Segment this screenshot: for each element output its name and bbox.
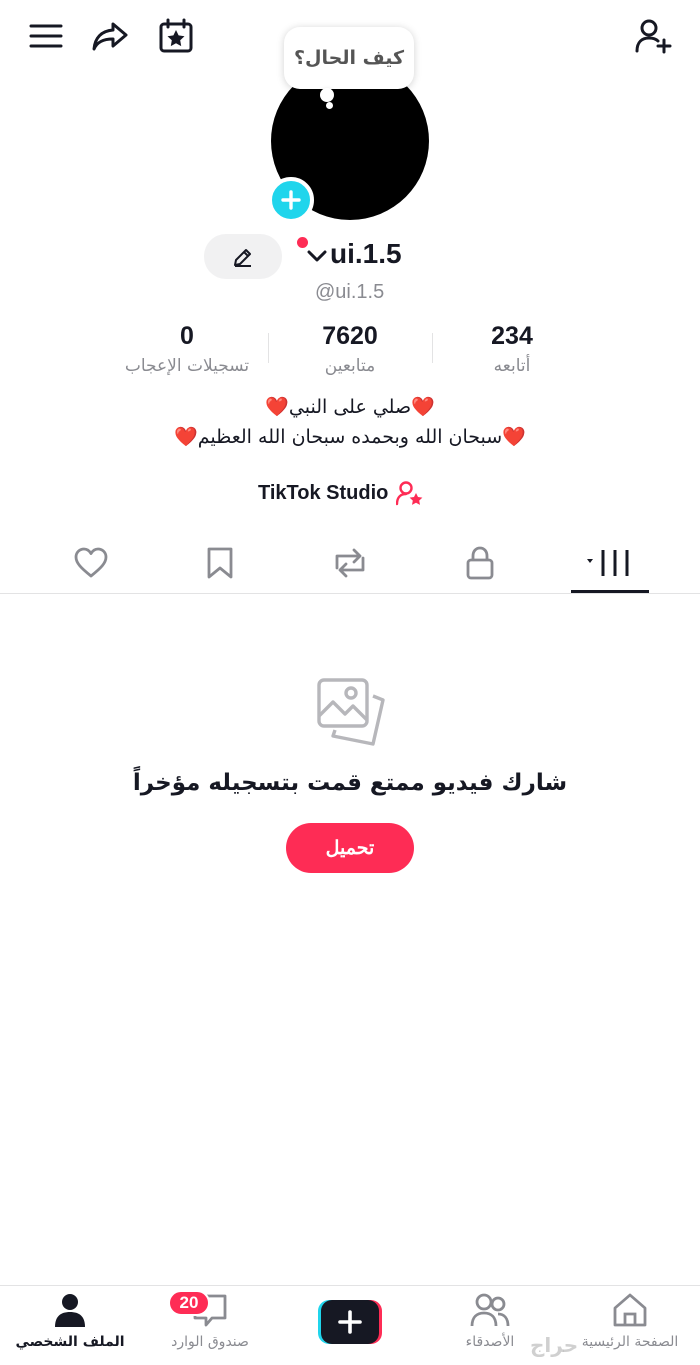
create-button[interactable] [318, 1300, 382, 1344]
studio-label: TikTok Studio [258, 481, 389, 504]
chevron-down-icon[interactable] [306, 248, 328, 264]
status-bubble[interactable]: كيف الحال؟ [284, 27, 414, 89]
nav-inbox-label: صندوق الوارد [171, 1334, 249, 1350]
add-friend-icon[interactable] [632, 14, 676, 58]
tab-liked[interactable] [51, 538, 131, 588]
likes-label: تسجيلات الإعجاب [124, 356, 250, 376]
nav-profile[interactable]: الملف الشخصي [0, 1292, 140, 1360]
tab-private[interactable] [440, 538, 520, 588]
tabs-divider [0, 593, 700, 594]
upload-button[interactable]: تحميل [286, 823, 414, 873]
nav-inbox[interactable]: صندوق الوارد [140, 1292, 280, 1360]
nav-home[interactable]: الصفحة الرئيسية [560, 1292, 700, 1360]
add-avatar-button[interactable] [268, 177, 314, 223]
tab-favorites[interactable] [180, 538, 260, 588]
bio-line-2: ❤️سبحان الله وبحمده سبحان الله العظيم❤️ [174, 426, 526, 448]
nav-profile-label: الملف الشخصي [15, 1334, 125, 1350]
pencil-icon [234, 248, 251, 267]
bubble-tail-dot [326, 102, 333, 109]
plus-icon [281, 190, 301, 210]
empty-state-title: شارك فيديو ممتع قمت بتسجيله مؤخراً [132, 770, 568, 796]
nav-home-label: الصفحة الرئيسية [581, 1334, 679, 1350]
photo-stack-icon [315, 676, 387, 748]
likes-count[interactable]: 0 [107, 322, 267, 351]
following-count[interactable]: 234 [432, 322, 592, 351]
tiktok-studio-link[interactable]: TikTok Studio [258, 480, 424, 506]
create-plus-icon [318, 1300, 382, 1344]
private-icon [466, 546, 494, 580]
home-icon [613, 1293, 647, 1327]
notification-dot [297, 237, 308, 248]
display-name[interactable]: ui.1.5 [330, 238, 402, 270]
edit-profile-button[interactable] [204, 234, 282, 279]
reposts-icon [335, 548, 365, 578]
nav-friends-label: الأصدقاء [465, 1334, 515, 1350]
tab-videos[interactable] [570, 538, 650, 588]
status-bubble-text: كيف الحال؟ [293, 47, 405, 69]
creator-star-icon [396, 481, 423, 506]
friends-icon [470, 1293, 510, 1327]
favorites-icon [207, 547, 233, 579]
liked-icon [74, 547, 108, 578]
followers-count[interactable]: 7620 [270, 322, 430, 351]
following-label: أتابعه [493, 356, 531, 376]
bubble-tail [320, 88, 334, 102]
username-handle: @ui.1.5 [315, 281, 385, 303]
watermark: حراج [530, 1333, 579, 1357]
profile-icon [55, 1294, 85, 1327]
followers-label: متابعين [324, 356, 376, 376]
menu-icon[interactable] [24, 14, 68, 58]
share-icon[interactable] [88, 14, 132, 58]
calendar-star-icon[interactable] [154, 14, 198, 58]
tab-reposts[interactable] [310, 538, 390, 588]
videos-grid-icon [587, 550, 629, 576]
bio-line-1: ❤️صلي على النبي❤️ [265, 396, 435, 418]
inbox-badge: 20 [168, 1290, 210, 1316]
